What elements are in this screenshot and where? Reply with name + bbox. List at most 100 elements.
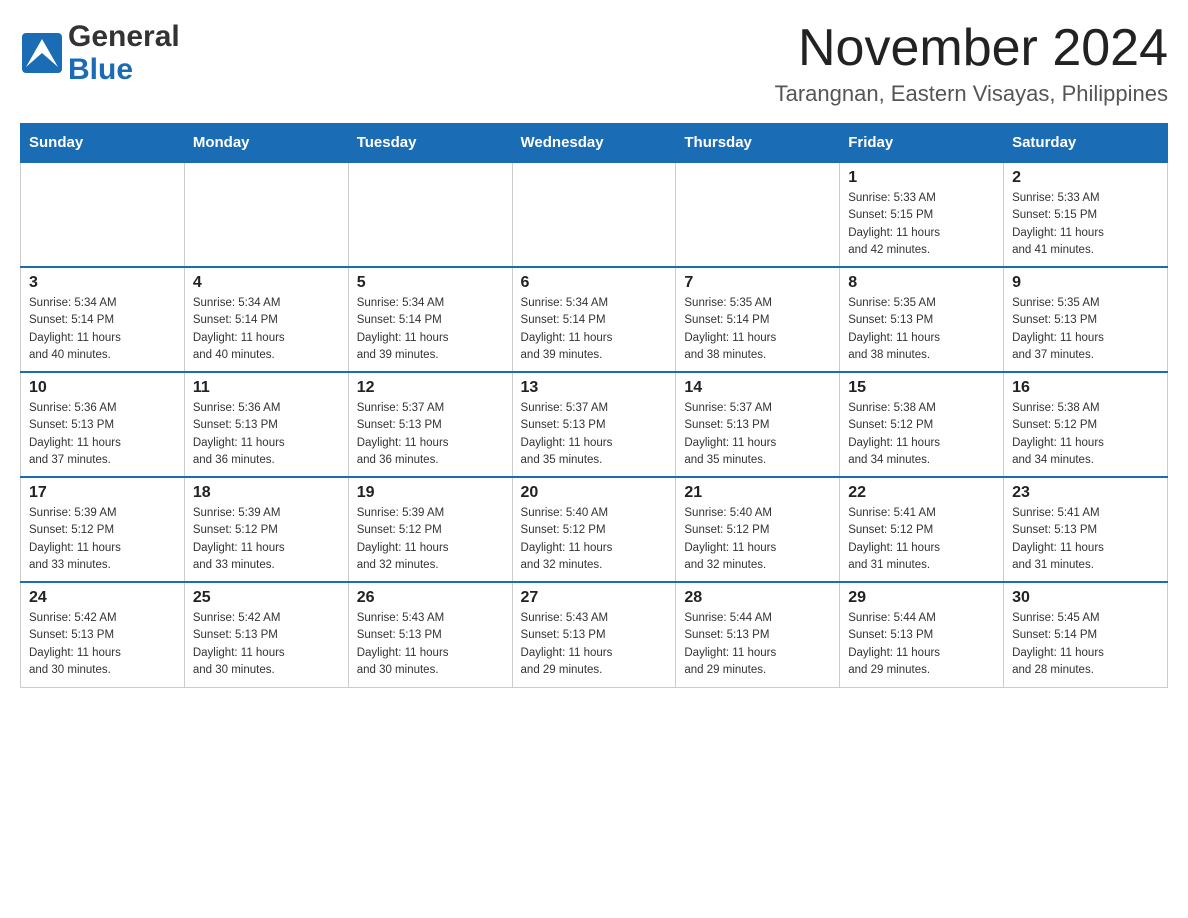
calendar-cell: 5 Sunrise: 5:34 AMSunset: 5:14 PMDaylight… [348, 267, 512, 372]
day-number: 11 [193, 379, 340, 397]
col-wednesday: Wednesday [512, 124, 676, 163]
day-info: Sunrise: 5:39 AMSunset: 5:12 PMDaylight:… [193, 505, 340, 574]
day-number: 17 [29, 484, 176, 502]
calendar-cell [348, 162, 512, 267]
col-tuesday: Tuesday [348, 124, 512, 163]
calendar-cell: 16 Sunrise: 5:38 AMSunset: 5:12 PMDayligh… [1004, 372, 1168, 477]
week-row-5: 24 Sunrise: 5:42 AMSunset: 5:13 PMDayligh… [21, 582, 1168, 687]
day-info: Sunrise: 5:37 AMSunset: 5:13 PMDaylight:… [357, 400, 504, 469]
day-number: 14 [684, 379, 831, 397]
logo-area: General Blue [20, 20, 180, 86]
calendar-cell: 10 Sunrise: 5:36 AMSunset: 5:13 PMDayligh… [21, 372, 185, 477]
day-number: 5 [357, 274, 504, 292]
day-info: Sunrise: 5:35 AMSunset: 5:13 PMDaylight:… [1012, 295, 1159, 364]
calendar-cell: 9Sunrise: 5:35 AMSunset: 5:13 PMDaylight… [1004, 267, 1168, 372]
week-row-3: 10 Sunrise: 5:36 AMSunset: 5:13 PMDayligh… [21, 372, 1168, 477]
day-info: Sunrise: 5:35 AMSunset: 5:14 PMDaylight:… [684, 295, 831, 364]
col-thursday: Thursday [676, 124, 840, 163]
calendar-cell: 11 Sunrise: 5:36 AMSunset: 5:13 PMDayligh… [184, 372, 348, 477]
day-info: Sunrise: 5:45 AMSunset: 5:14 PMDaylight:… [1012, 610, 1159, 679]
day-number: 4 [193, 274, 340, 292]
calendar-cell: 17 Sunrise: 5:39 AMSunset: 5:12 PMDayligh… [21, 477, 185, 582]
calendar-cell: 15 Sunrise: 5:38 AMSunset: 5:12 PMDayligh… [840, 372, 1004, 477]
day-info: Sunrise: 5:39 AMSunset: 5:12 PMDaylight:… [29, 505, 176, 574]
calendar-cell: 8 Sunrise: 5:35 AMSunset: 5:13 PMDaylight… [840, 267, 1004, 372]
calendar-cell: 23 Sunrise: 5:41 AMSunset: 5:13 PMDayligh… [1004, 477, 1168, 582]
calendar-cell: 21 Sunrise: 5:40 AMSunset: 5:12 PMDayligh… [676, 477, 840, 582]
week-row-1: 1 Sunrise: 5:33 AMSunset: 5:15 PMDaylight… [21, 162, 1168, 267]
calendar-cell: 28 Sunrise: 5:44 AMSunset: 5:13 PMDayligh… [676, 582, 840, 687]
day-info: Sunrise: 5:33 AMSunset: 5:15 PMDaylight:… [1012, 190, 1159, 259]
col-sunday: Sunday [21, 124, 185, 163]
day-info: Sunrise: 5:36 AMSunset: 5:13 PMDaylight:… [193, 400, 340, 469]
logo-icon [20, 31, 64, 80]
day-info: Sunrise: 5:41 AMSunset: 5:13 PMDaylight:… [1012, 505, 1159, 574]
calendar-cell: 20Sunrise: 5:40 AMSunset: 5:12 PMDayligh… [512, 477, 676, 582]
calendar-cell: 18 Sunrise: 5:39 AMSunset: 5:12 PMDayligh… [184, 477, 348, 582]
day-info: Sunrise: 5:35 AMSunset: 5:13 PMDaylight:… [848, 295, 995, 364]
calendar-cell: 19 Sunrise: 5:39 AMSunset: 5:12 PMDayligh… [348, 477, 512, 582]
day-number: 19 [357, 484, 504, 502]
month-title: November 2024 [775, 20, 1168, 77]
calendar-cell: 7Sunrise: 5:35 AMSunset: 5:14 PMDaylight… [676, 267, 840, 372]
day-info: Sunrise: 5:34 AMSunset: 5:14 PMDaylight:… [193, 295, 340, 364]
calendar-cell [21, 162, 185, 267]
col-friday: Friday [840, 124, 1004, 163]
location-subtitle: Tarangnan, Eastern Visayas, Philippines [775, 81, 1168, 107]
calendar-cell [512, 162, 676, 267]
day-number: 12 [357, 379, 504, 397]
day-number: 15 [848, 379, 995, 397]
day-number: 24 [29, 589, 176, 607]
col-monday: Monday [184, 124, 348, 163]
calendar-cell: 29 Sunrise: 5:44 AMSunset: 5:13 PMDayligh… [840, 582, 1004, 687]
day-number: 25 [193, 589, 340, 607]
day-info: Sunrise: 5:42 AMSunset: 5:13 PMDaylight:… [193, 610, 340, 679]
day-info: Sunrise: 5:44 AMSunset: 5:13 PMDaylight:… [848, 610, 995, 679]
day-info: Sunrise: 5:38 AMSunset: 5:12 PMDaylight:… [1012, 400, 1159, 469]
calendar-cell: 6Sunrise: 5:34 AMSunset: 5:14 PMDaylight… [512, 267, 676, 372]
day-info: Sunrise: 5:40 AMSunset: 5:12 PMDaylight:… [521, 505, 668, 574]
day-info: Sunrise: 5:40 AMSunset: 5:12 PMDaylight:… [684, 505, 831, 574]
day-number: 18 [193, 484, 340, 502]
calendar-cell: 26 Sunrise: 5:43 AMSunset: 5:13 PMDayligh… [348, 582, 512, 687]
day-number: 23 [1012, 484, 1159, 502]
calendar-cell: 3Sunrise: 5:34 AMSunset: 5:14 PMDaylight… [21, 267, 185, 372]
calendar-cell: 4 Sunrise: 5:34 AMSunset: 5:14 PMDaylight… [184, 267, 348, 372]
calendar-cell: 2 Sunrise: 5:33 AMSunset: 5:15 PMDaylight… [1004, 162, 1168, 267]
calendar-cell: 22Sunrise: 5:41 AMSunset: 5:12 PMDayligh… [840, 477, 1004, 582]
calendar-table: Sunday Monday Tuesday Wednesday Thursday… [20, 123, 1168, 688]
day-number: 3 [29, 274, 176, 292]
day-info: Sunrise: 5:34 AMSunset: 5:14 PMDaylight:… [357, 295, 504, 364]
day-number: 8 [848, 274, 995, 292]
day-number: 1 [848, 169, 995, 187]
calendar-cell: 14Sunrise: 5:37 AMSunset: 5:13 PMDayligh… [676, 372, 840, 477]
calendar-cell [676, 162, 840, 267]
week-row-2: 3 Sunrise: 5:34 AMSunset: 5:14 PMDaylight… [21, 267, 1168, 372]
day-number: 6 [521, 274, 668, 292]
day-info: Sunrise: 5:33 AMSunset: 5:15 PMDaylight:… [848, 190, 995, 259]
day-number: 13 [521, 379, 668, 397]
calendar-cell: 25 Sunrise: 5:42 AMSunset: 5:13 PMDayligh… [184, 582, 348, 687]
day-info: Sunrise: 5:36 AMSunset: 5:13 PMDaylight:… [29, 400, 176, 469]
day-info: Sunrise: 5:39 AMSunset: 5:12 PMDaylight:… [357, 505, 504, 574]
day-info: Sunrise: 5:44 AMSunset: 5:13 PMDaylight:… [684, 610, 831, 679]
col-saturday: Saturday [1004, 124, 1168, 163]
day-number: 16 [1012, 379, 1159, 397]
day-number: 2 [1012, 169, 1159, 187]
day-number: 30 [1012, 589, 1159, 607]
calendar-cell [184, 162, 348, 267]
header: General Blue November 2024 Tarangnan, Ea… [20, 20, 1168, 107]
calendar-cell: 12 Sunrise: 5:37 AMSunset: 5:13 PMDayligh… [348, 372, 512, 477]
day-number: 26 [357, 589, 504, 607]
day-number: 28 [684, 589, 831, 607]
day-info: Sunrise: 5:43 AMSunset: 5:13 PMDaylight:… [357, 610, 504, 679]
day-number: 21 [684, 484, 831, 502]
day-number: 29 [848, 589, 995, 607]
calendar-cell: 1 Sunrise: 5:33 AMSunset: 5:15 PMDaylight… [840, 162, 1004, 267]
day-info: Sunrise: 5:37 AMSunset: 5:13 PMDaylight:… [521, 400, 668, 469]
day-number: 22 [848, 484, 995, 502]
day-info: Sunrise: 5:38 AMSunset: 5:12 PMDaylight:… [848, 400, 995, 469]
day-number: 10 [29, 379, 176, 397]
logo: General Blue [20, 20, 180, 86]
logo-blue-text: Blue [68, 53, 180, 86]
